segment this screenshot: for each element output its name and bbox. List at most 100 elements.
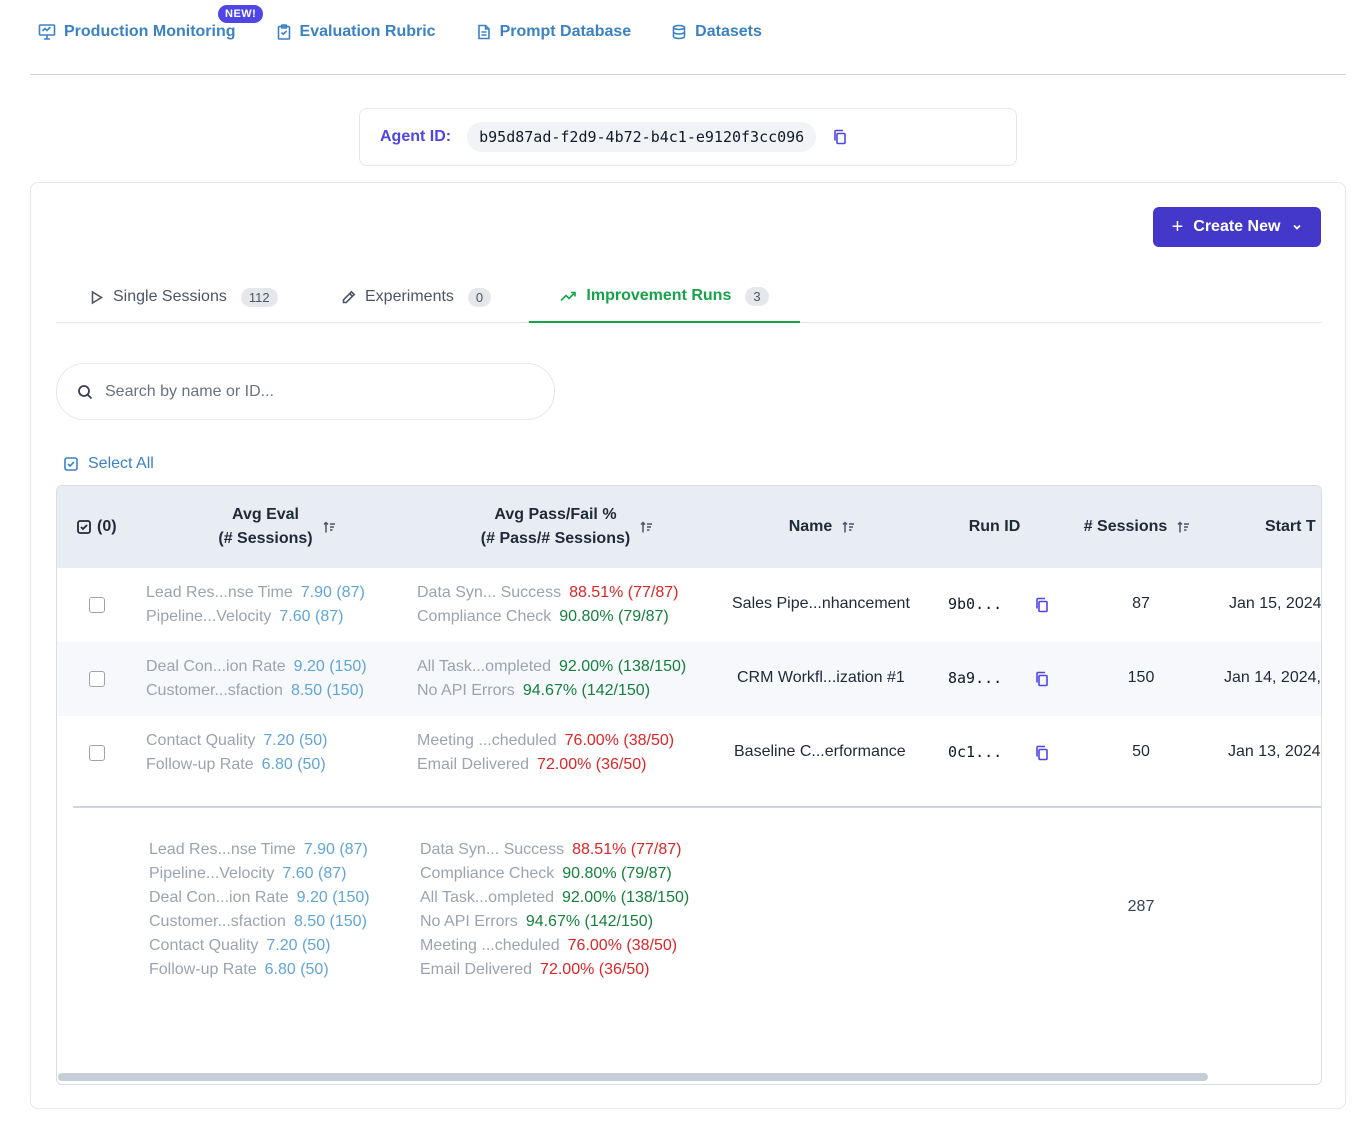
tab-label: Single Sessions <box>113 288 227 305</box>
eval-metric: Deal Con...ion Rate 9.20 (150) <box>146 658 367 675</box>
summary-eval-metric: Contact Quality 7.20 (50) <box>149 937 331 954</box>
table-row[interactable]: Lead Res...nse Time 7.90 (87) Pipeline...… <box>57 568 1321 642</box>
eval-metric: Customer...sfaction 8.50 (150) <box>146 682 364 699</box>
header-line: (# Sessions) <box>218 530 313 547</box>
row-checkbox[interactable] <box>89 671 105 687</box>
header-pass-fail[interactable]: Avg Pass/Fail % (# Pass/# Sessions) <box>452 486 682 568</box>
tab-single-sessions[interactable]: Single Sessions 112 <box>89 271 278 323</box>
plus-icon: + <box>1171 216 1184 238</box>
eval-metric: Follow-up Rate 6.80 (50) <box>146 756 326 773</box>
passfail-metric: Meeting ...cheduled 76.00% (38/50) <box>417 732 675 749</box>
select-all-button[interactable]: Select All <box>64 455 154 473</box>
run-id: 8a9... <box>948 669 1003 687</box>
sort-icon[interactable] <box>640 520 653 534</box>
header-start-time: Start T <box>1265 486 1321 568</box>
horizontal-scrollbar[interactable] <box>58 1073 1208 1081</box>
header-name[interactable]: Name <box>767 486 877 568</box>
tab-label: Experiments <box>365 288 454 305</box>
checkbox-checked-icon <box>77 520 91 534</box>
checkbox-checked-icon <box>64 457 78 471</box>
tab-label: Improvement Runs <box>586 287 732 304</box>
summary-session-total: 287 <box>1127 898 1155 915</box>
summary-passfail-metric: Compliance Check 90.80% (79/87) <box>420 865 672 882</box>
tab-count: 112 <box>240 287 278 307</box>
table-row[interactable]: Deal Con...ion Rate 9.20 (150) Customer..… <box>57 642 1321 716</box>
row-checkbox[interactable] <box>89 745 105 761</box>
agent-id-label: Agent ID: <box>380 128 452 145</box>
nav-label: Production Monitoring <box>64 23 236 40</box>
session-count: 50 <box>1132 743 1150 760</box>
sort-icon[interactable] <box>1177 520 1190 534</box>
run-name[interactable]: CRM Workfl...ization #1 <box>737 669 905 687</box>
select-all-label: Select All <box>88 455 154 472</box>
table-row[interactable]: Contact Quality 7.20 (50) Follow-up Rate 6… <box>57 716 1321 790</box>
session-count: 87 <box>1132 595 1150 612</box>
summary-eval-metric: Deal Con...ion Rate 9.20 (150) <box>149 889 370 906</box>
summary-eval-metric: Pipeline...Velocity 7.60 (87) <box>149 865 347 882</box>
nav-evaluation-rubric[interactable]: Evaluation Rubric <box>276 23 436 41</box>
passfail-metric: Email Delivered 72.00% (36/50) <box>417 756 647 773</box>
runs-table: (0) Avg Eval (# Sessions) Avg Pass/Fail %… <box>56 485 1322 1085</box>
header-label: Name <box>788 518 833 535</box>
start-time: Jan 14, 2024, <box>1224 669 1321 686</box>
nav-prompt-database[interactable]: Prompt Database <box>476 23 632 41</box>
summary-passfail-metric: Data Syn... Success 88.51% (77/87) <box>420 841 682 858</box>
sort-icon[interactable] <box>323 520 336 534</box>
tab-bar: Single Sessions 112 Experiments 0 Improv… <box>56 271 1322 323</box>
clipboard-icon <box>277 24 290 40</box>
session-count: 150 <box>1127 669 1155 686</box>
nav-production-monitoring[interactable]: Production Monitoring NEW! <box>38 5 264 41</box>
summary-passfail-metric: All Task...ompleted 92.00% (138/150) <box>420 889 690 906</box>
table-header: (0) Avg Eval (# Sessions) Avg Pass/Fail %… <box>57 486 1321 568</box>
header-pass-fail-text: Avg Pass/Fail % (# Pass/# Sessions) <box>481 503 630 551</box>
document-icon <box>477 24 490 40</box>
header-sessions[interactable]: # Sessions <box>1077 486 1197 568</box>
passfail-metric: No API Errors 94.67% (142/150) <box>417 682 651 699</box>
copy-icon[interactable] <box>1034 745 1050 761</box>
create-new-button[interactable]: + Create New <box>1153 207 1321 247</box>
summary-eval-metric: Customer...sfaction 8.50 (150) <box>149 913 367 930</box>
selected-count: (0) <box>97 518 117 535</box>
sort-icon[interactable] <box>842 520 855 534</box>
header-avg-eval[interactable]: Avg Eval (# Sessions) <box>177 486 377 568</box>
top-nav: Production Monitoring NEW! Evaluation Ru… <box>38 5 802 46</box>
search-input[interactable] <box>105 382 505 401</box>
summary-passfail-metric: Meeting ...cheduled 76.00% (38/50) <box>420 937 678 954</box>
top-divider <box>30 74 1346 75</box>
header-line: Avg Pass/Fail % <box>494 506 617 523</box>
nav-label: Evaluation Rubric <box>299 23 436 40</box>
header-select-all[interactable]: (0) <box>77 486 117 568</box>
header-avg-eval-text: Avg Eval (# Sessions) <box>218 503 312 551</box>
header-label: Run ID <box>968 518 1021 535</box>
header-label: Start T <box>1265 518 1316 535</box>
tab-experiments[interactable]: Experiments 0 <box>341 271 492 323</box>
run-id: 9b0... <box>948 595 1003 613</box>
header-line: (# Pass/# Sessions) <box>480 530 631 547</box>
database-icon <box>672 24 686 40</box>
run-name[interactable]: Baseline C...erformance <box>734 743 906 761</box>
header-run-id: Run ID <box>952 486 1037 568</box>
agent-id-value: b95d87ad-f2d9-4b72-b4c1-e9120f3cc096 <box>467 122 817 152</box>
new-badge: NEW! <box>218 5 264 23</box>
runs-card: + Create New Single Sessions 112 Experim… <box>30 182 1346 1109</box>
summary-passfail-metric: Email Delivered 72.00% (36/50) <box>420 961 650 978</box>
summary-passfail-metric: No API Errors 94.67% (142/150) <box>420 913 654 930</box>
nav-label: Datasets <box>695 23 762 40</box>
nav-datasets[interactable]: Datasets <box>671 23 762 41</box>
passfail-metric: Data Syn... Success 88.51% (77/87) <box>417 584 679 601</box>
row-checkbox[interactable] <box>89 597 105 613</box>
header-label: # Sessions <box>1083 518 1168 535</box>
trending-up-icon <box>560 291 577 301</box>
run-name[interactable]: Sales Pipe...nhancement <box>732 595 910 613</box>
eval-metric: Contact Quality 7.20 (50) <box>146 732 328 749</box>
copy-icon[interactable] <box>832 129 848 145</box>
copy-icon[interactable] <box>1034 671 1050 687</box>
header-line: Avg Eval <box>231 506 299 523</box>
eval-metric: Pipeline...Velocity 7.60 (87) <box>146 608 344 625</box>
passfail-metric: All Task...ompleted 92.00% (138/150) <box>417 658 687 675</box>
tab-improvement-runs[interactable]: Improvement Runs 3 <box>529 271 800 323</box>
summary-divider <box>73 806 1321 808</box>
copy-icon[interactable] <box>1034 597 1050 613</box>
nav-label: Prompt Database <box>499 23 632 40</box>
create-new-label: Create New <box>1193 218 1281 235</box>
